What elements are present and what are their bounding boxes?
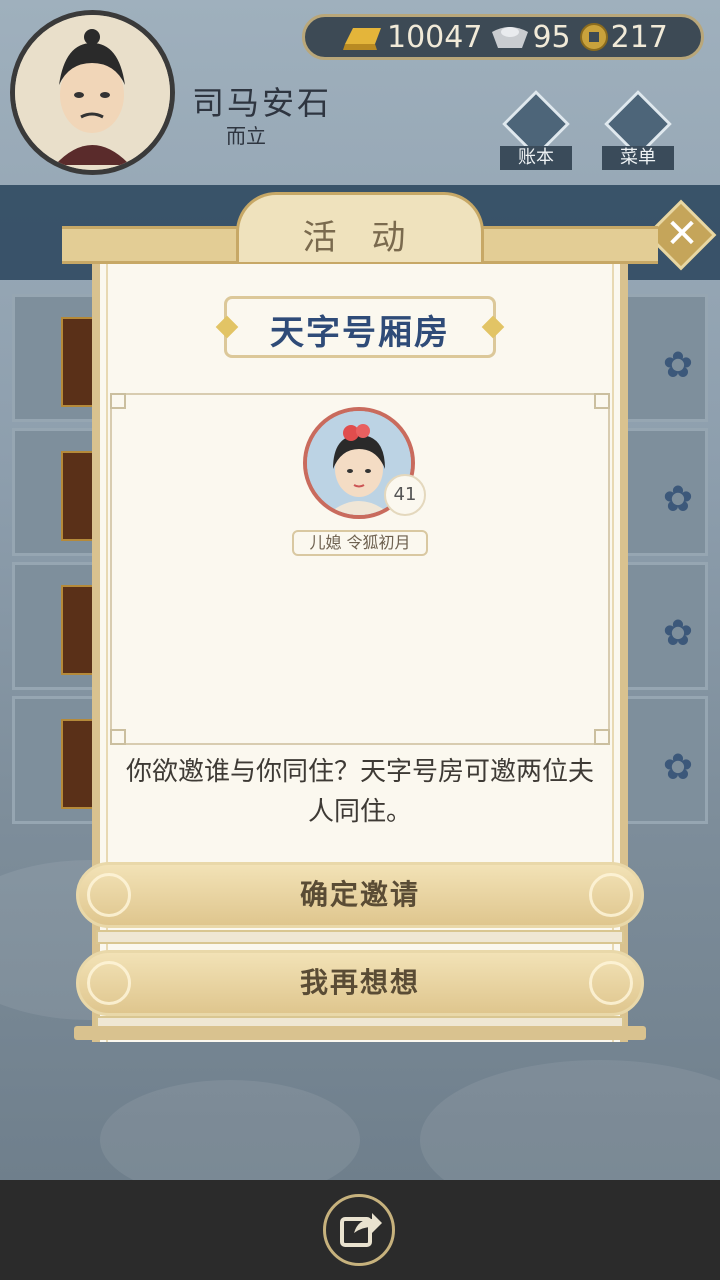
silver-value: 95 xyxy=(532,19,571,55)
confirm-invite-label: 确定邀请 xyxy=(299,878,420,911)
flower-icon: ✿ xyxy=(662,613,693,654)
share-button[interactable] xyxy=(323,1194,395,1266)
member-name-tag: 儿媳 令狐初月 xyxy=(292,530,428,556)
cloud-swirl-icon xyxy=(87,873,131,917)
ledger-button[interactable]: 账本 xyxy=(498,90,574,172)
gold-ingot-icon xyxy=(343,28,381,50)
gold-counter: 10047 xyxy=(341,20,482,55)
flower-icon: ✿ xyxy=(662,747,693,788)
gold-value: 10047 xyxy=(387,19,483,55)
cloud-swirl-icon xyxy=(87,961,131,1005)
reconsider-button[interactable]: 我再想想 xyxy=(76,950,644,1016)
silver-counter: 95 xyxy=(490,19,571,55)
player-age-title: 而立 xyxy=(226,124,266,148)
ledger-label: 账本 xyxy=(500,146,572,170)
close-icon[interactable]: ✕ xyxy=(662,212,702,256)
cloud-swirl-icon xyxy=(589,961,633,1005)
reconsider-label: 我再想想 xyxy=(299,966,420,999)
dialog-bottom-rod xyxy=(74,1026,646,1040)
member-age-badge: 41 xyxy=(384,474,426,516)
invite-question: 你欲邀谁与你同住？天字号房可邀两位夫人同住。 xyxy=(125,757,594,827)
corner-ornament xyxy=(110,729,126,745)
currency-bar: 10047 95 217 xyxy=(302,14,704,60)
coin-counter: 217 xyxy=(579,20,668,55)
room-name: 天字号厢房 xyxy=(270,313,450,353)
dialog-title: 活 动 xyxy=(302,218,418,258)
silver-ingot-icon xyxy=(492,27,529,48)
player-avatar[interactable] xyxy=(10,10,175,175)
menu-button[interactable]: 菜单 xyxy=(600,90,676,172)
header: 司马安石 而立 10047 95 217 账本 菜单 xyxy=(0,0,720,185)
corner-ornament xyxy=(594,393,610,409)
confirm-invite-button[interactable]: 确定邀请 xyxy=(76,862,644,928)
copper-coin-icon xyxy=(579,23,608,51)
corner-ornament xyxy=(594,729,610,745)
player-name: 司马安石 xyxy=(192,84,333,122)
button-base xyxy=(96,930,624,944)
corner-ornament xyxy=(110,393,126,409)
flower-icon: ✿ xyxy=(662,345,693,386)
share-icon xyxy=(340,1213,382,1247)
flower-icon: ✿ xyxy=(662,479,693,520)
coin-value: 217 xyxy=(610,19,668,55)
menu-label: 菜单 xyxy=(602,146,674,170)
cloud-swirl-icon xyxy=(589,873,633,917)
